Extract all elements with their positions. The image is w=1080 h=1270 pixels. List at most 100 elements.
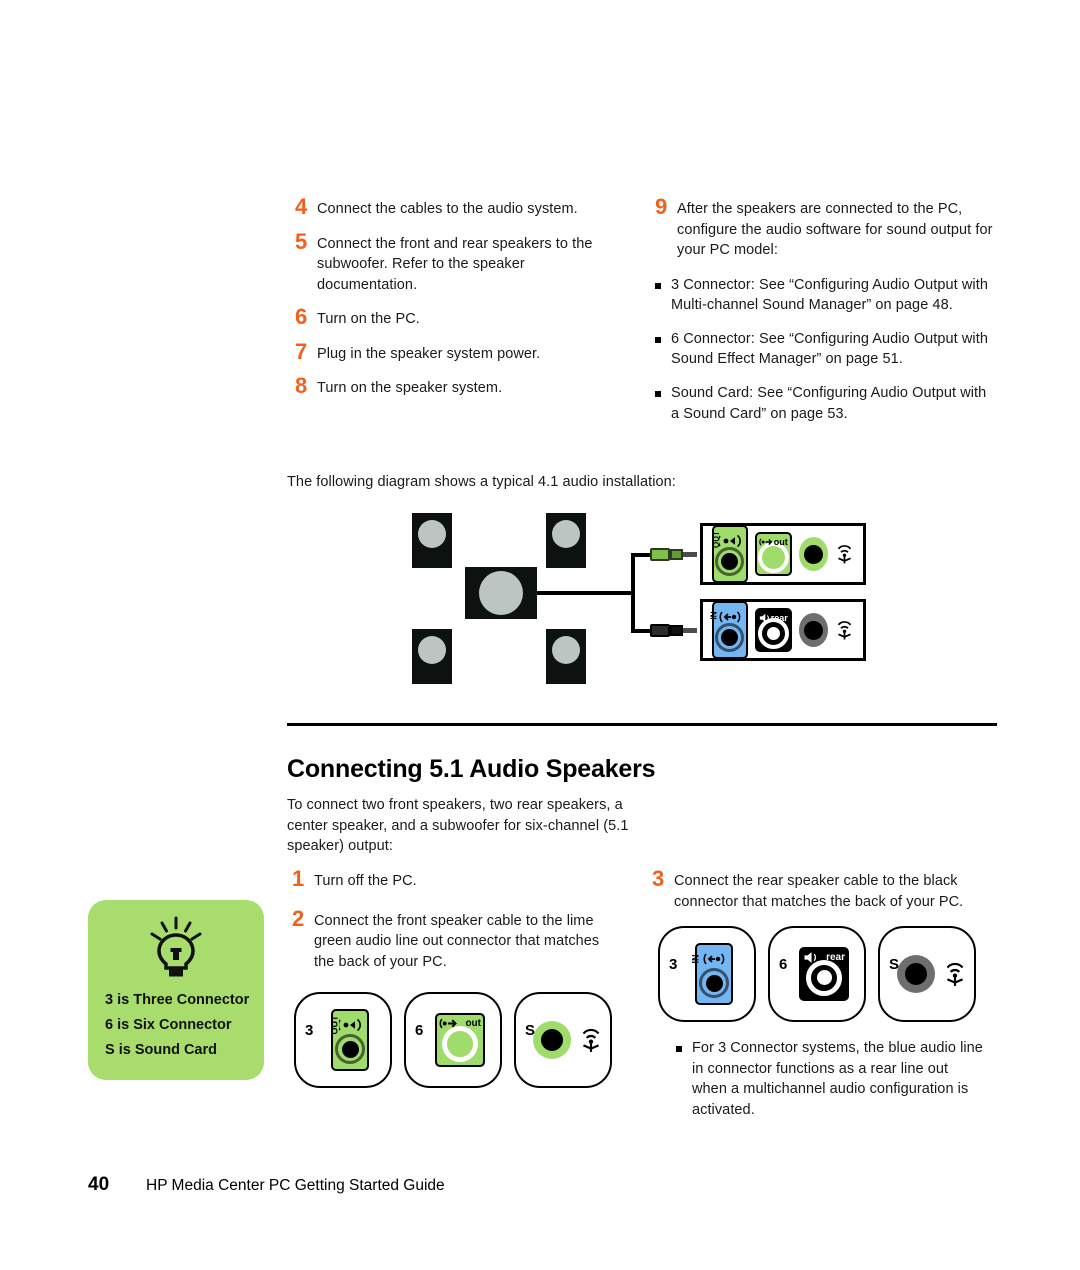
- front-left-speaker: [412, 513, 452, 568]
- step-item: 5 Connect the front and rear speakers to…: [295, 228, 625, 296]
- port-caption: IN: [690, 954, 701, 964]
- line-out-port: out: [435, 1013, 485, 1067]
- speaker-glyph-icon: [804, 951, 817, 963]
- speaker-out-icon: OUT: [712, 530, 746, 552]
- document-page: 4 Connect the cables to the audio system…: [0, 0, 1080, 1270]
- list-item: Sound Card: See “Configuring Audio Outpu…: [655, 383, 995, 424]
- chip-six-connector-black[interactable]: 6 rear: [768, 926, 866, 1022]
- port-caption: out: [773, 537, 788, 547]
- speaker-out-port[interactable]: OUT: [712, 525, 748, 583]
- line-out-arrow-icon: [759, 538, 773, 546]
- port-hole: [721, 553, 739, 570]
- steps-column-41-right: 9 After the speakers are connected to th…: [655, 196, 995, 437]
- rear-out-panel: IN rear: [700, 599, 866, 661]
- port-caption: IN: [709, 611, 719, 620]
- sound-card-icon: [946, 962, 964, 986]
- tip-callout: 3 is Three Connector 6 is Six Connector …: [88, 900, 264, 1080]
- sound-card-port: [533, 1021, 571, 1059]
- port-hole: [803, 544, 823, 564]
- step-text: After the speakers are connected to the …: [677, 201, 993, 259]
- chip-label: 6: [779, 956, 788, 973]
- chip-art: rear: [799, 947, 849, 1001]
- line-in-port: IN: [691, 943, 733, 1005]
- step-9-bullet-list: 3 Connector: See “Configuring Audio Outp…: [655, 275, 995, 424]
- step-number: 9: [655, 194, 668, 219]
- step-number: 5: [295, 228, 308, 254]
- chip-label: 6: [415, 1022, 424, 1039]
- sound-card-port[interactable]: [798, 537, 829, 571]
- section-divider: [287, 723, 997, 726]
- speaker-glyph-icon: [759, 613, 769, 623]
- port-hole: [341, 1040, 359, 1058]
- port-caption: rear: [770, 613, 788, 623]
- section-intro-text: To connect two front speakers, two rear …: [287, 797, 629, 855]
- chip-three-connector-blue[interactable]: 3 IN: [658, 926, 756, 1022]
- chip-label: 3: [305, 1022, 314, 1039]
- chip-sound-card-gray[interactable]: S: [878, 926, 976, 1022]
- chip-label: S: [525, 1022, 536, 1039]
- bullet-text: 3 Connector: See “Configuring Audio Outp…: [671, 276, 988, 314]
- step-item: 8 Turn on the speaker system.: [295, 375, 625, 399]
- port-ring: [699, 968, 729, 998]
- chip-three-connector-lime[interactable]: 3 OUT: [294, 992, 392, 1088]
- line-in-port[interactable]: IN: [709, 601, 748, 659]
- step-item: 9 After the speakers are connected to th…: [655, 196, 995, 261]
- diagram-intro-text: The following diagram shows a typical 4.…: [287, 474, 676, 490]
- step-number: 8: [295, 373, 308, 399]
- chip-art: IN: [691, 943, 733, 1005]
- subwoofer: [465, 567, 537, 619]
- port-hole: [452, 1036, 468, 1051]
- step-number: 3: [652, 866, 665, 891]
- callout-line: S is Sound Card: [105, 1042, 217, 1058]
- port-hole: [766, 551, 780, 564]
- bullet-text: 6 Connector: See “Configuring Audio Outp…: [671, 330, 988, 368]
- chip-art: out: [435, 1013, 485, 1067]
- connector-chips-rear: 3 IN 6 rear S: [658, 926, 976, 1022]
- step-text: Turn on the speaker system.: [317, 380, 503, 397]
- rear-right-speaker: [546, 629, 586, 684]
- list-item: 6 Connector: See “Configuring Audio Outp…: [655, 329, 995, 370]
- step-number: 7: [295, 338, 308, 364]
- sound-card-port[interactable]: [798, 613, 829, 647]
- step-text: Connect the front speaker cable to the l…: [314, 912, 600, 970]
- step-item: 7 Plug in the speaker system power.: [295, 338, 625, 365]
- line-in-arrow-icon: [719, 611, 741, 623]
- rear-speaker-port[interactable]: rear: [754, 608, 792, 652]
- step-text: Turn off the PC.: [314, 873, 417, 889]
- line-out-icon: out: [437, 1016, 483, 1030]
- speaker-cone: [479, 571, 523, 615]
- sound-card-port: [897, 955, 935, 993]
- line-out-arrow-icon: [439, 1018, 457, 1028]
- line-out-port[interactable]: out: [754, 532, 792, 576]
- port-hole: [803, 620, 823, 640]
- page-title: Connecting 5.1 Audio Speakers: [287, 755, 656, 783]
- line-in-icon: IN: [691, 948, 731, 970]
- chip-six-connector-lime[interactable]: 6 out: [404, 992, 502, 1088]
- bullet-square-icon: [676, 1038, 692, 1052]
- speaker-cone: [552, 519, 580, 548]
- sound-card-icon: [837, 545, 852, 564]
- step-item: 2 Connect the front speaker cable to the…: [292, 905, 622, 973]
- rear-speaker-icon: rear: [757, 611, 790, 625]
- step-item: 1 Turn off the PC.: [292, 868, 622, 892]
- port-caption: rear: [826, 951, 845, 963]
- port-caption: OUT: [329, 1015, 340, 1035]
- port-hole: [705, 974, 723, 992]
- steps-column-41-left: 4 Connect the cables to the audio system…: [295, 196, 625, 410]
- lightbulb-icon: [143, 916, 209, 983]
- chip-art: [897, 955, 967, 993]
- step-text: Plug in the speaker system power.: [317, 345, 541, 362]
- line-in-arrow-icon: [703, 953, 725, 965]
- sound-card-icon: [582, 1028, 600, 1052]
- steps-column-51-left: 1 Turn off the PC. 2 Connect the front s…: [292, 868, 622, 983]
- chip-label: 3: [669, 956, 678, 973]
- footer-title: HP Media Center PC Getting Started Guide: [146, 1177, 445, 1194]
- step-number: 2: [292, 905, 305, 931]
- step-text: Connect the front and rear speakers to t…: [317, 235, 593, 293]
- step-text: Turn on the PC.: [317, 311, 420, 328]
- bullet-text: For 3 Connector systems, the blue audio …: [692, 1040, 983, 1118]
- list-item: 3 Connector: See “Configuring Audio Outp…: [655, 275, 995, 316]
- chip-sound-card-lime[interactable]: S: [514, 992, 612, 1088]
- step-number: 4: [295, 194, 308, 219]
- speaker-cone: [552, 635, 580, 664]
